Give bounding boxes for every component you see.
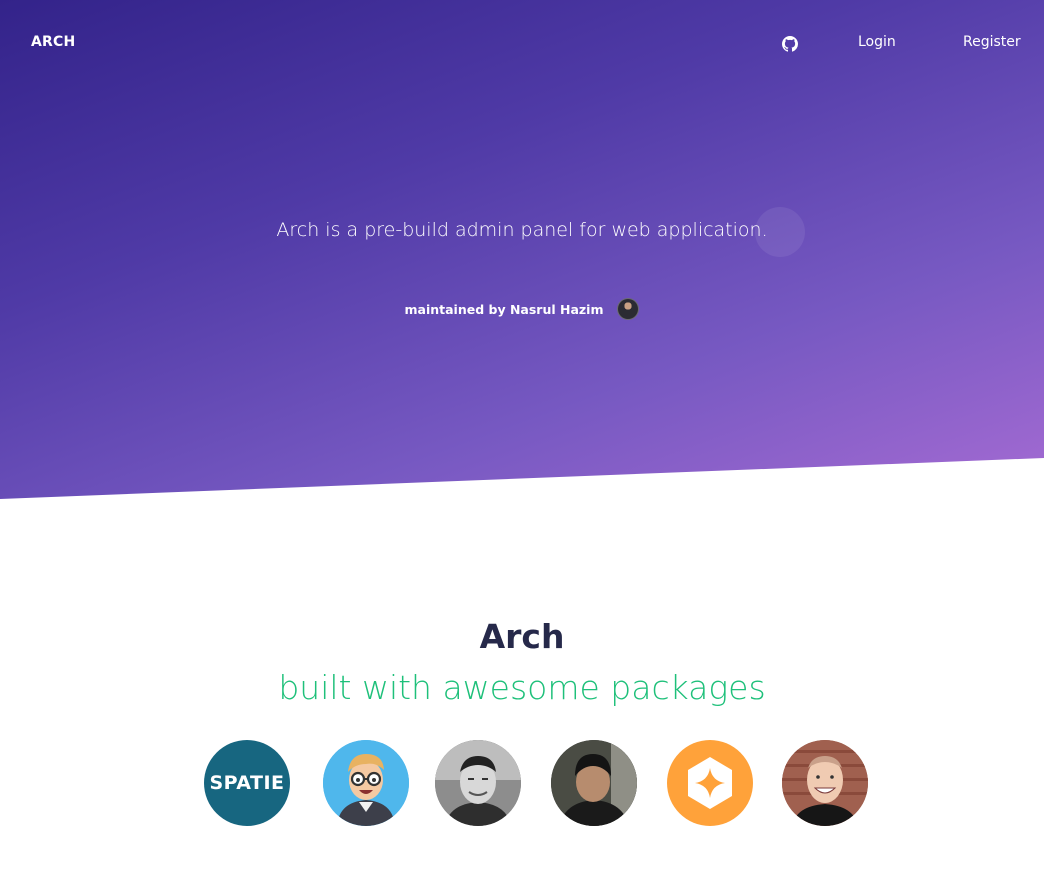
package-avatar-spatie[interactable]: SPATIE — [204, 740, 290, 826]
package-avatar-cartoon[interactable] — [323, 740, 409, 826]
maintainer-credit: maintained by Nasrul Hazim — [0, 298, 1044, 320]
hero-banner — [0, 0, 1044, 499]
maintainer-avatar[interactable] — [617, 298, 640, 320]
ripple-effect — [755, 207, 805, 257]
packages-list: SPATIE — [204, 740, 884, 826]
login-link[interactable]: Login — [858, 34, 896, 50]
cartoon-avatar-icon — [323, 740, 409, 826]
section-title: Arch — [479, 617, 565, 656]
portrait-avatar-icon — [782, 740, 868, 826]
brand-logo[interactable]: ARCH — [31, 34, 75, 50]
package-avatar-portrait-1[interactable] — [435, 740, 521, 826]
hexagon-plus-icon — [688, 757, 732, 809]
package-avatar-orange-logo[interactable] — [667, 740, 753, 826]
spatie-logo-text: SPATIE — [209, 772, 285, 794]
register-link[interactable]: Register — [963, 34, 1021, 50]
github-icon[interactable] — [781, 35, 799, 53]
section-subtitle: built with awesome packages — [278, 668, 766, 707]
portrait-avatar-icon — [435, 740, 521, 826]
package-avatar-portrait-2[interactable] — [551, 740, 637, 826]
package-avatar-portrait-3[interactable] — [782, 740, 868, 826]
hero-tagline: Arch is a pre-build admin panel for web … — [276, 219, 768, 241]
maintainer-text: maintained by Nasrul Hazim — [404, 301, 604, 317]
portrait-avatar-icon — [551, 740, 637, 826]
